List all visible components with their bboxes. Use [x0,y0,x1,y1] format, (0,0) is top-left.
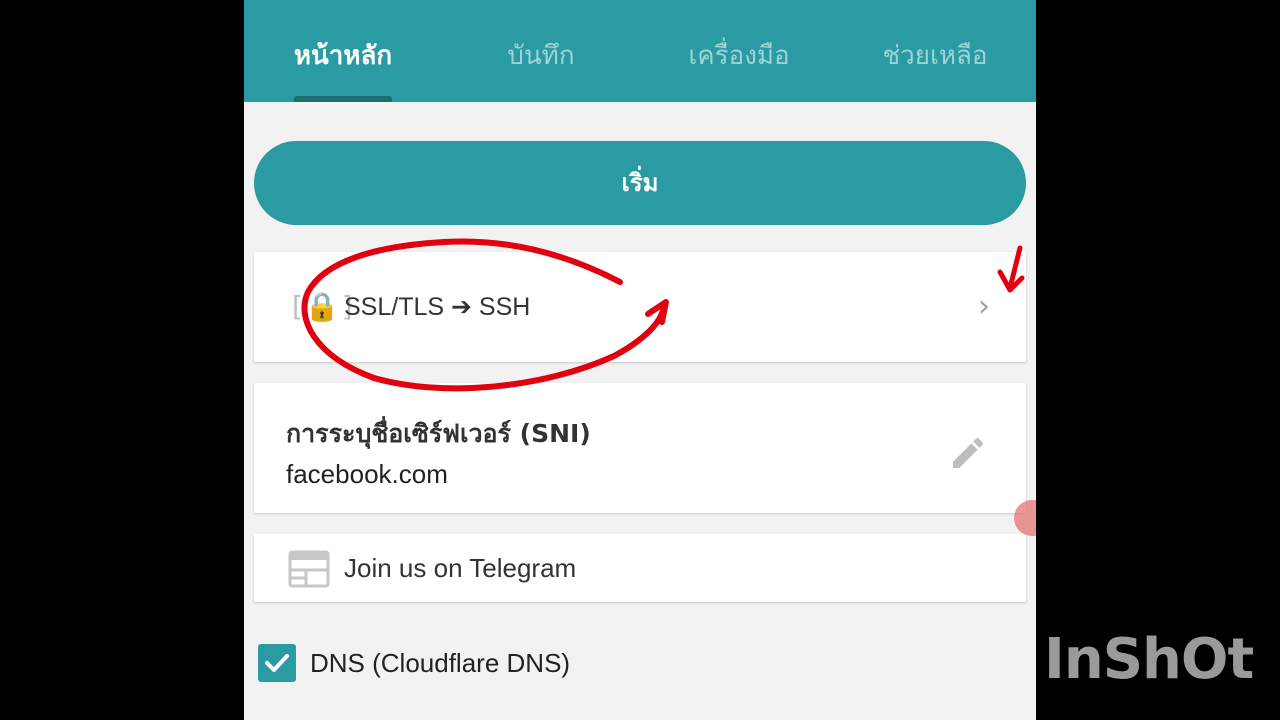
app-screen: หน้าหลัก บันทึก เครื่องมือ ช่วยเหลือ เริ… [244,0,1036,720]
start-button[interactable]: เริ่ม [254,141,1026,225]
sni-title: การระบุชื่อเซิร์ฟเวอร์ (SNI) [286,419,591,448]
sni-card[interactable]: การระบุชื่อเซิร์ฟเวอร์ (SNI) facebook.co… [254,383,1026,513]
chevron-right-icon: › [978,289,990,324]
telegram-label: Join us on Telegram [344,553,577,583]
sni-value: facebook.com [286,459,448,489]
tab-log[interactable]: บันทึก [456,34,626,78]
inshot-watermark: InShOt [1044,627,1254,692]
check-icon [265,654,289,672]
tab-help[interactable]: ช่วยเหลือ [850,34,1020,78]
protocol-label: SSL/TLS ➔ SSH [344,293,531,321]
bracket-lock-icon: [🔒] [288,290,357,323]
telegram-card[interactable]: Join us on Telegram [254,534,1026,602]
touch-indicator [1014,500,1036,536]
pencil-icon[interactable] [948,433,988,473]
dns-label: DNS (Cloudflare DNS) [310,648,571,678]
dns-checkbox[interactable] [258,644,296,682]
tab-indicator [294,96,392,102]
dns-row[interactable]: DNS (Cloudflare DNS) [258,642,858,684]
tab-bar: หน้าหลัก บันทึก เครื่องมือ ช่วยเหลือ [244,0,1036,102]
protocol-card[interactable]: [🔒] SSL/TLS ➔ SSH › [254,252,1026,362]
news-icon [288,550,330,588]
tab-tools[interactable]: เครื่องมือ [654,34,824,78]
tab-home[interactable]: หน้าหลัก [258,34,428,78]
